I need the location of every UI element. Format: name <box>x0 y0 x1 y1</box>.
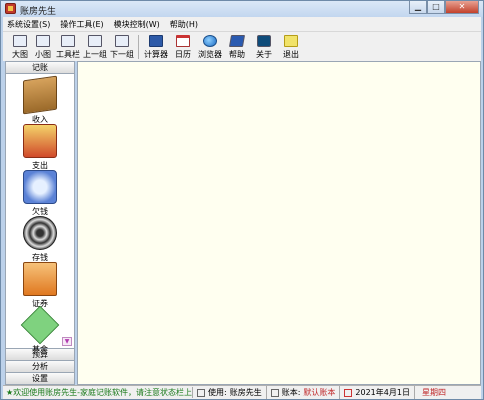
close-button[interactable]: ✕ <box>445 1 479 14</box>
user-icon <box>197 388 205 397</box>
status-book-value: 默认账本 <box>303 388 336 397</box>
exit-icon <box>284 35 298 47</box>
toolbar: 大图 小图 工具栏 上一组 下一组 计算器 日历 浏览器 帮助 关于 退出 <box>3 31 481 61</box>
status-book-label: 账本: <box>281 388 301 397</box>
help-icon <box>228 35 246 47</box>
toolbar-large-icons-button[interactable]: 大图 <box>9 32 31 60</box>
window-controls: ▁ □ ✕ <box>409 1 479 15</box>
debt-icon <box>23 170 57 204</box>
savings-disc-icon <box>23 216 57 250</box>
toolbar-label: 帮助 <box>229 50 245 59</box>
toolbar-small-icons-button[interactable]: 小图 <box>32 32 54 60</box>
status-date-value: 2021年4月1日 <box>355 388 410 397</box>
scroll-down-button[interactable]: ▼ <box>62 337 72 346</box>
window-title: 账房先生 <box>20 7 57 17</box>
app-window: 账房先生 ▁ □ ✕ 系统设置(S) 操作工具(E) 模块控制(W) 帮助(H)… <box>0 0 484 400</box>
menu-bar: 系统设置(S) 操作工具(E) 模块控制(W) 帮助(H) <box>3 17 481 31</box>
title-bar[interactable]: 账房先生 ▁ □ ✕ <box>1 1 483 17</box>
toolbar-exit-button[interactable]: 退出 <box>278 32 304 60</box>
status-user: 使用: 账房先生 <box>193 386 267 399</box>
securities-icon <box>23 262 57 296</box>
nav-item-savings[interactable]: 存钱 <box>6 216 74 263</box>
toolbar-label: 上一组 <box>83 50 107 59</box>
nav-item-expense[interactable]: 支出 <box>6 124 74 171</box>
maximize-button[interactable]: □ <box>427 1 445 14</box>
status-weekday: 星期四 <box>415 386 450 399</box>
status-date: 2021年4月1日 <box>340 386 415 399</box>
left-nav-panel: 记账 收入 支出 欠钱 存钱 证券 基金 ▼ 预算 分析 设置 <box>5 61 75 385</box>
toolbar-label: 日历 <box>175 50 191 59</box>
book-icon <box>270 388 279 397</box>
toolbar-label: 浏览器 <box>198 50 222 59</box>
menu-help[interactable]: 帮助(H) <box>170 19 198 30</box>
status-bar: ★欢迎使用账房先生-家庭记账软件，请注意状态栏上的 使用: 账房先生 账本: 默… <box>3 385 481 399</box>
nav-item-debt[interactable]: 欠钱 <box>6 170 74 217</box>
toolbar-label: 工具栏 <box>56 50 80 59</box>
toolbar-label: 计算器 <box>144 50 168 59</box>
toolbar-about-button[interactable]: 关于 <box>251 32 277 60</box>
panel-tab-analysis[interactable]: 分析 <box>6 360 74 372</box>
nav-item-securities[interactable]: 证券 <box>6 262 74 309</box>
toolbar-browser-button[interactable]: 浏览器 <box>197 32 223 60</box>
about-icon <box>257 35 271 47</box>
small-icons-icon <box>36 35 50 47</box>
status-user-label: 使用: <box>208 388 227 397</box>
nav-list: 收入 支出 欠钱 存钱 证券 基金 ▼ <box>6 74 74 354</box>
toolbar-label: 小图 <box>35 50 51 59</box>
calculator-icon <box>149 35 163 47</box>
toolbar-separator <box>138 35 139 59</box>
panel-header-bookkeeping[interactable]: 记账 <box>6 62 74 74</box>
previous-group-icon <box>88 35 102 47</box>
toolbar-label: 关于 <box>256 50 272 59</box>
toolbar-calculator-button[interactable]: 计算器 <box>143 32 169 60</box>
toolbar-toolbar-button[interactable]: 工具栏 <box>55 32 81 60</box>
next-group-icon <box>115 35 129 47</box>
toolbar-next-group-button[interactable]: 下一组 <box>109 32 135 60</box>
browser-icon <box>203 35 217 47</box>
toolbar-previous-group-button[interactable]: 上一组 <box>82 32 108 60</box>
status-book: 账本: 默认账本 <box>267 386 341 399</box>
nav-item-fund[interactable]: 基金 <box>6 305 74 355</box>
menu-system-settings[interactable]: 系统设置(S) <box>7 19 50 30</box>
income-box-icon <box>23 75 57 115</box>
panel-tab-settings[interactable]: 设置 <box>6 372 74 384</box>
toolbar-label: 下一组 <box>110 50 134 59</box>
toolbar-help-button[interactable]: 帮助 <box>224 32 250 60</box>
main-content-area <box>77 61 481 385</box>
minimize-button[interactable]: ▁ <box>409 1 427 14</box>
menu-tools[interactable]: 操作工具(E) <box>60 19 103 30</box>
app-logo-icon <box>5 3 16 14</box>
fund-icon <box>20 305 60 345</box>
toolbar-calendar-button[interactable]: 日历 <box>170 32 196 60</box>
calendar-small-icon <box>344 388 353 397</box>
status-user-value: 账房先生 <box>229 388 262 397</box>
toolbar-icon <box>61 35 75 47</box>
status-marquee: ★欢迎使用账房先生-家庭记账软件，请注意状态栏上的 <box>3 387 193 398</box>
toolbar-label: 大图 <box>12 50 28 59</box>
expense-box-icon <box>23 124 57 158</box>
large-icons-icon <box>13 35 27 47</box>
menu-module-control[interactable]: 模块控制(W) <box>114 19 160 30</box>
calendar-icon <box>176 35 190 47</box>
status-weekday-value: 星期四 <box>421 388 446 397</box>
toolbar-label: 退出 <box>283 50 299 59</box>
nav-item-income[interactable]: 收入 <box>6 75 74 125</box>
